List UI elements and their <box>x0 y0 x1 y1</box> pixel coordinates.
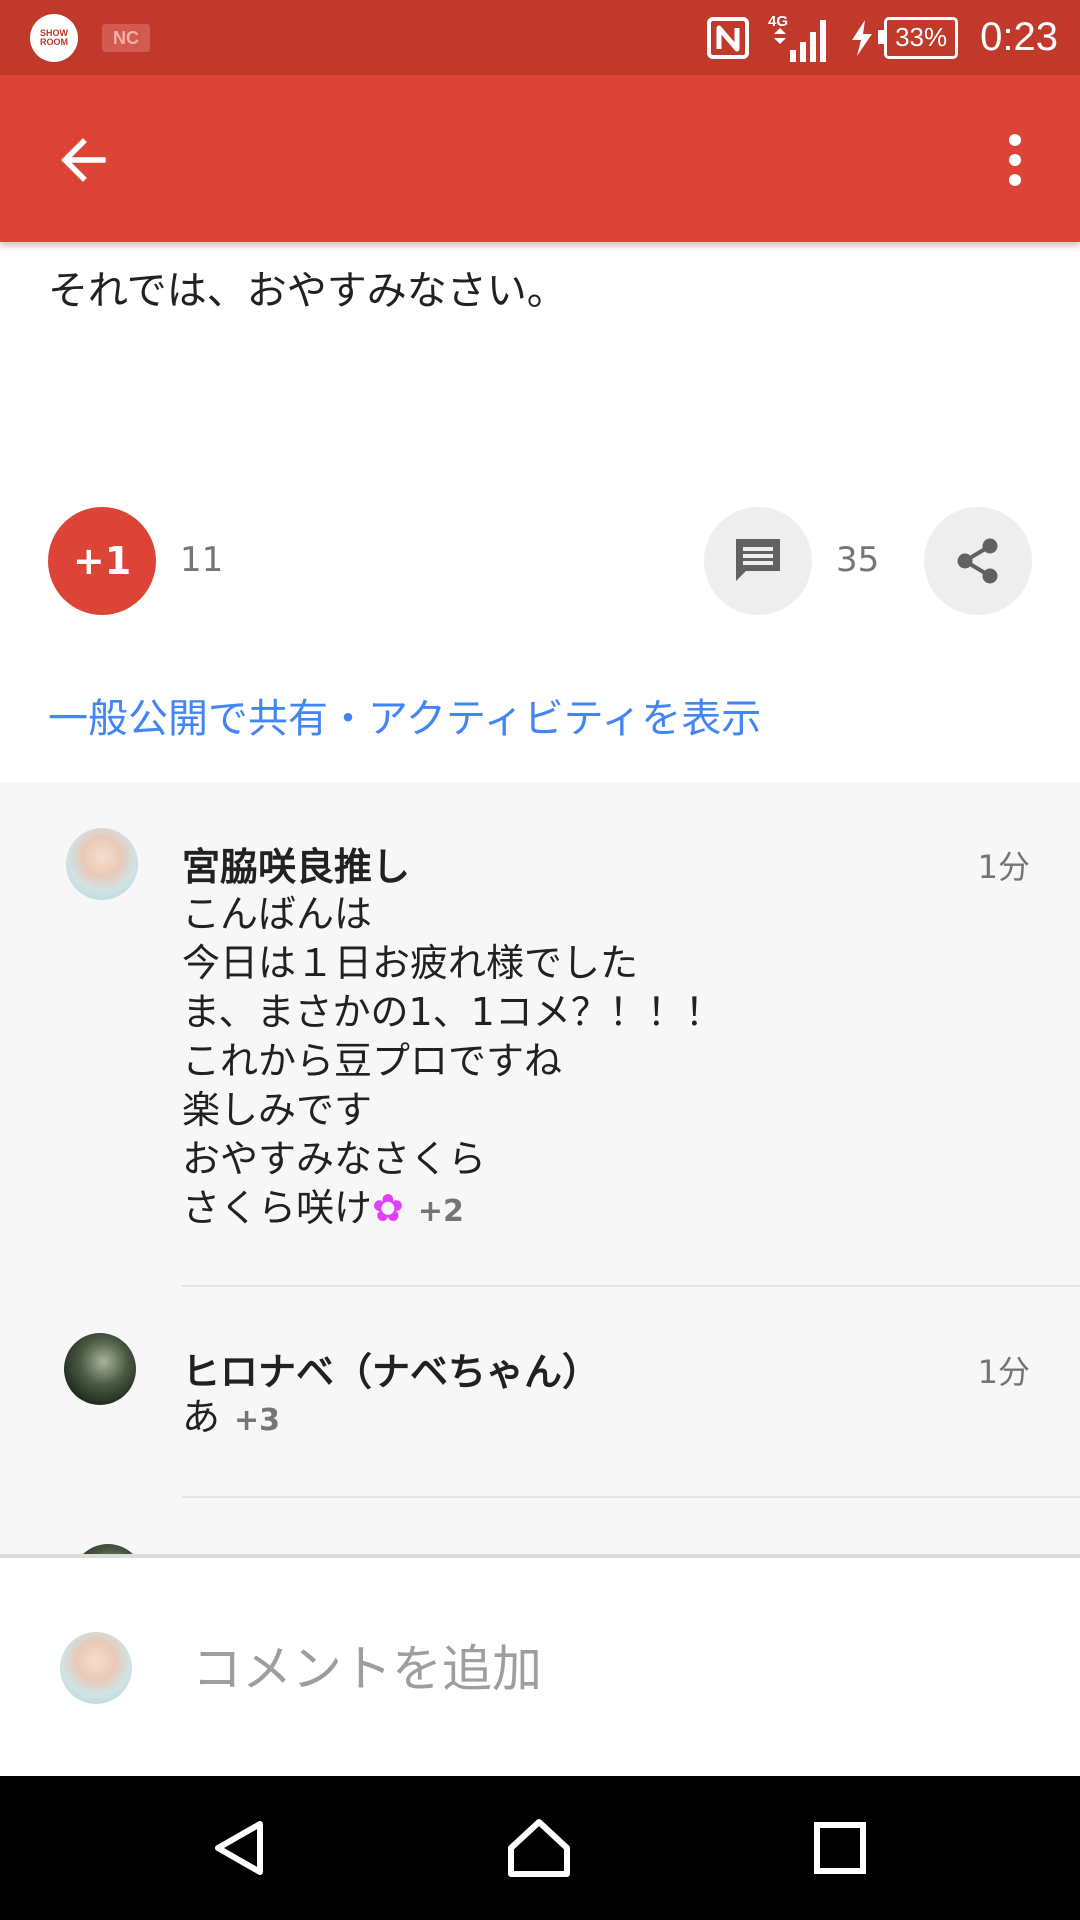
comments-list: 宮脇咲良推し 1分 こんばんは 今日は１日お疲れ様でした ま、まさかの1、1コメ… <box>0 782 1080 1554</box>
nav-back-button[interactable] <box>195 1806 285 1890</box>
share-icon <box>957 538 998 584</box>
plus-one-button[interactable]: +1 <box>48 507 156 615</box>
comment-author[interactable]: ヒロナベ（ナベちゃん） <box>182 1341 600 1396</box>
signal-icon: 4G <box>768 12 830 64</box>
add-comment-bar <box>0 1554 1080 1776</box>
comment-count: 35 <box>836 540 880 580</box>
comment-line: おやすみなさくら <box>182 1137 487 1181</box>
showroom-app-icon: SHOW ROOM <box>30 14 78 62</box>
post-text: それでは、おやすみなさい。 <box>48 268 567 314</box>
charging-icon <box>848 18 876 58</box>
plus-one-count: 11 <box>180 540 224 580</box>
comment-line: ま、まさかの1、1コメ？！！！ <box>182 990 723 1034</box>
home-icon <box>508 1819 570 1877</box>
avatar-partial <box>72 1544 144 1554</box>
comment-author[interactable]: 宮脇咲良推し <box>182 836 410 891</box>
comment-time: 1分 <box>977 848 1030 886</box>
share-button[interactable] <box>924 507 1032 615</box>
more-options-button[interactable] <box>980 125 1050 195</box>
status-bar: SHOW ROOM NC 4G 33% 0:23 <box>0 0 1080 75</box>
navigation-bar <box>0 1776 1080 1920</box>
avatar[interactable] <box>66 828 138 900</box>
battery-indicator: 33% <box>878 16 959 59</box>
status-icons: 4G 33% 0:23 <box>688 0 1058 75</box>
app-bar <box>0 75 1080 242</box>
network-type: 4G <box>768 13 788 30</box>
avatar[interactable] <box>64 1333 136 1405</box>
back-button[interactable] <box>48 125 118 195</box>
comment-line-last: さくら咲け✿ +2 <box>182 1184 723 1236</box>
triangle-back-icon <box>215 1821 263 1875</box>
comment-item: ヒロナベ（ナベちゃん） 1分 あ +3 <box>0 1287 1080 1498</box>
comment-line: こんばんは <box>182 892 373 936</box>
activity-link[interactable]: 一般公開で共有・アクティビティを表示 <box>48 686 761 744</box>
recents-icon <box>814 1822 866 1874</box>
sakura-emoji: ✿ <box>372 1186 404 1230</box>
plus-count-badge: +2 <box>417 1194 464 1229</box>
comment-body: あ +3 <box>182 1393 280 1445</box>
comment-button[interactable] <box>704 507 812 615</box>
comment-body: こんばんは 今日は１日お疲れ様でした ま、まさかの1、1コメ？！！！ これから豆… <box>182 890 723 1236</box>
divider <box>182 1496 1080 1498</box>
comment-line: 今日は１日お疲れ様でした <box>182 941 639 985</box>
clock: 0:23 <box>980 15 1058 59</box>
nav-home-button[interactable] <box>494 1806 584 1890</box>
app-icon-text: SHOW ROOM <box>40 28 68 47</box>
comment-line: あ <box>182 1395 221 1439</box>
more-vert-icon <box>1009 134 1021 186</box>
nc-app-icon: NC <box>102 24 150 52</box>
comment-line-last: あ +3 <box>182 1393 280 1445</box>
comment-line: さくら咲け <box>182 1186 373 1230</box>
nfc-icon <box>706 16 750 60</box>
user-avatar <box>60 1632 132 1704</box>
comment-line: 楽しみです <box>182 1088 373 1132</box>
comment-icon <box>736 539 780 581</box>
comment-item: 宮脇咲良推し 1分 こんばんは 今日は１日お疲れ様でした ま、まさかの1、1コメ… <box>0 782 1080 1287</box>
add-comment-input[interactable] <box>190 1628 1014 1710</box>
arrow-back-icon <box>61 138 106 182</box>
nav-recents-button[interactable] <box>795 1806 885 1890</box>
plus-count-badge: +3 <box>234 1403 281 1438</box>
comment-line: これから豆プロですね <box>182 1039 563 1083</box>
comment-time: 1分 <box>977 1353 1030 1391</box>
